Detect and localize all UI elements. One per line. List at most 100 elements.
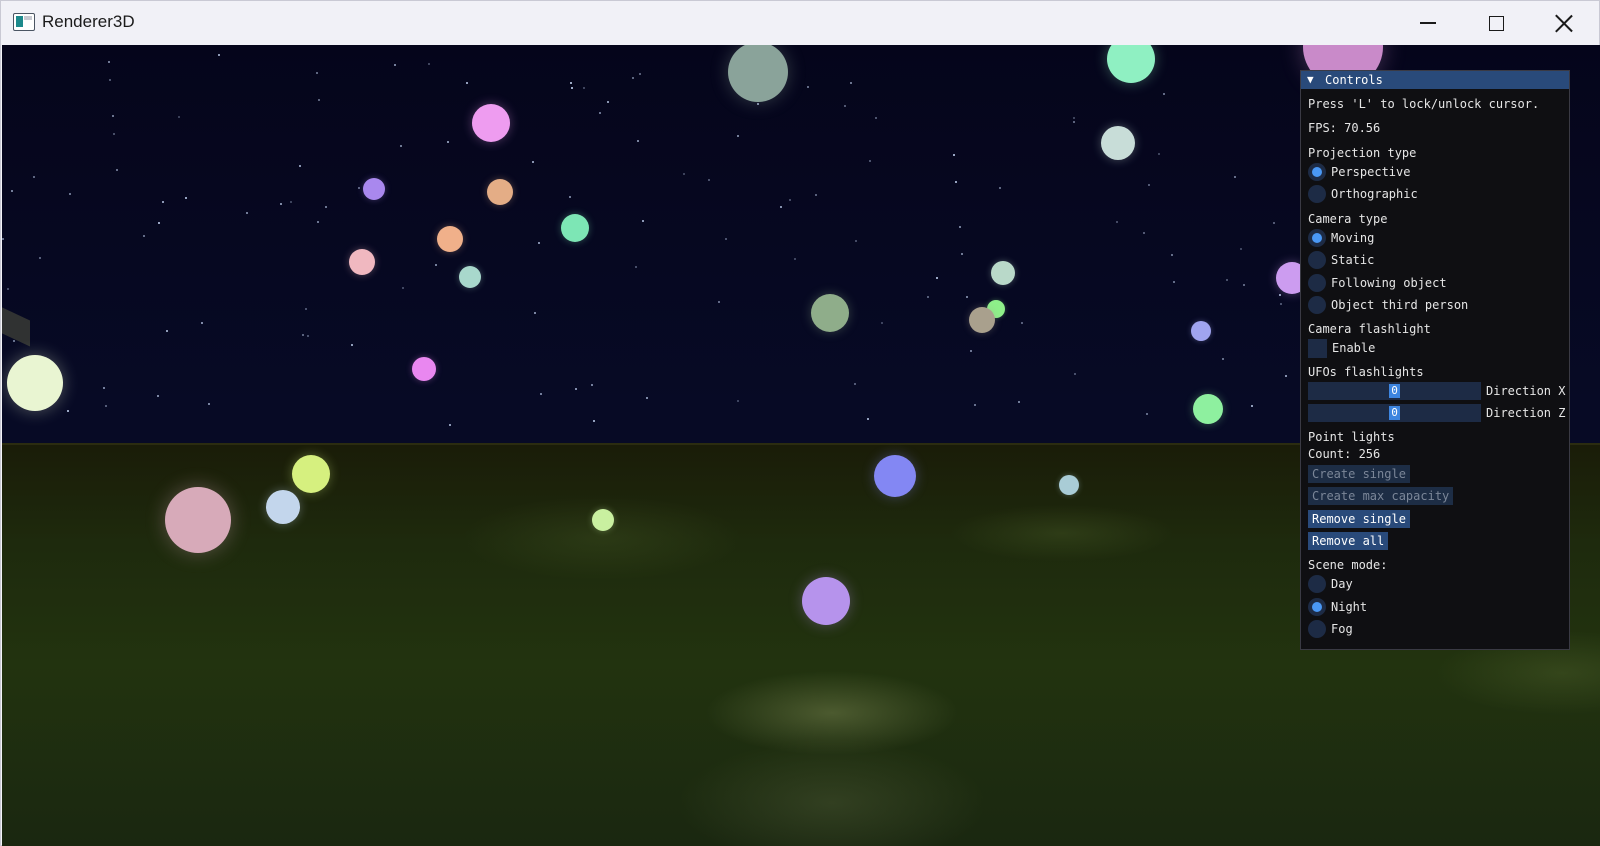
star — [955, 181, 957, 183]
radio-orthographic-indicator[interactable] — [1308, 185, 1326, 203]
create-max-capacity-button[interactable]: Create max capacity — [1308, 487, 1454, 505]
radio-night[interactable]: Night — [1308, 598, 1367, 616]
flashlight-enable-label: Enable — [1332, 341, 1376, 355]
radio-perspective-indicator[interactable] — [1308, 163, 1326, 181]
star — [1074, 373, 1076, 375]
close-button[interactable] — [1531, 1, 1597, 45]
star — [927, 296, 929, 298]
scene-mode-label: Scene mode: — [1308, 558, 1388, 572]
star — [953, 154, 955, 156]
point-light-orb — [561, 214, 589, 242]
flashlight-enable-checkbox[interactable]: Enable — [1308, 338, 1376, 358]
star — [246, 212, 248, 214]
radio-following-object[interactable]: Following object — [1308, 274, 1447, 292]
controls-title: Controls — [1325, 73, 1383, 87]
radio-day[interactable]: Day — [1308, 575, 1353, 593]
star — [1073, 117, 1075, 119]
radio-fog[interactable]: Fog — [1308, 620, 1353, 638]
point-light-orb — [802, 577, 850, 625]
radio-fog-indicator[interactable] — [1308, 620, 1326, 638]
star — [1163, 93, 1165, 95]
controls-header[interactable]: ▼ Controls — [1301, 71, 1569, 89]
star — [569, 196, 571, 198]
direction-x-value: 0 — [1391, 384, 1398, 397]
flashlight-checkbox-box[interactable] — [1308, 338, 1327, 358]
radio-day-indicator[interactable] — [1308, 575, 1326, 593]
point-light-orb — [7, 355, 63, 411]
controls-panel[interactable]: ▼ Controls Press 'L' to lock/unlock curs… — [1300, 70, 1570, 650]
star — [757, 103, 759, 105]
star — [637, 140, 639, 142]
remove-single-button[interactable]: Remove single — [1308, 510, 1410, 528]
point-light-orb — [1059, 475, 1079, 495]
camera-type-label: Camera type — [1308, 212, 1388, 226]
star — [540, 393, 542, 395]
star — [593, 420, 595, 422]
point-light-orb — [363, 178, 385, 200]
radio-object-third-person-indicator[interactable] — [1308, 296, 1326, 314]
radio-perspective[interactable]: Perspective — [1308, 163, 1410, 181]
title-bar[interactable]: Renderer3D — [1, 1, 1599, 45]
radio-moving-indicator[interactable] — [1308, 229, 1326, 247]
point-light-orb — [969, 307, 995, 333]
radio-static-indicator[interactable] — [1308, 251, 1326, 269]
star — [683, 173, 685, 175]
star — [290, 201, 292, 203]
star — [325, 206, 327, 208]
star — [435, 264, 437, 266]
star — [725, 238, 727, 240]
star — [1171, 254, 1173, 256]
maximize-button[interactable] — [1463, 1, 1529, 45]
radio-fog-label: Fog — [1331, 622, 1353, 636]
point-light-orb — [1101, 126, 1135, 160]
star — [646, 397, 648, 399]
star — [317, 221, 319, 223]
point-light-orb — [437, 226, 463, 252]
radio-night-label: Night — [1331, 600, 1368, 614]
radio-orthographic[interactable]: Orthographic — [1308, 185, 1418, 203]
point-light-orb — [1191, 321, 1211, 341]
radio-static[interactable]: Static — [1308, 251, 1374, 269]
star — [850, 82, 852, 84]
star — [318, 99, 320, 101]
star — [1226, 279, 1228, 281]
remove-all-button[interactable]: Remove all — [1308, 532, 1389, 550]
star — [103, 387, 105, 389]
star — [358, 187, 360, 189]
radio-night-indicator[interactable] — [1308, 598, 1326, 616]
star — [447, 141, 449, 143]
radio-moving[interactable]: Moving — [1308, 229, 1374, 247]
radio-perspective-label: Perspective — [1331, 165, 1411, 179]
star — [113, 133, 115, 135]
direction-z-slider[interactable]: 0 — [1308, 404, 1481, 422]
star — [708, 179, 710, 181]
star — [39, 257, 41, 259]
star — [1018, 401, 1020, 403]
star — [143, 235, 145, 237]
star — [1148, 184, 1150, 186]
camera-flashlight-label: Camera flashlight — [1308, 322, 1431, 336]
direction-x-slider[interactable]: 0 — [1308, 382, 1481, 400]
star — [1021, 322, 1023, 324]
star — [108, 61, 110, 63]
star — [218, 54, 220, 56]
radio-following-object-indicator[interactable] — [1308, 274, 1326, 292]
create-single-button[interactable]: Create single — [1308, 465, 1410, 483]
star — [936, 277, 938, 279]
app-icon — [13, 13, 35, 31]
star — [632, 77, 634, 79]
star — [999, 187, 1001, 189]
radio-object-third-person[interactable]: Object third person — [1308, 296, 1468, 314]
maximize-icon — [1488, 15, 1504, 31]
minimize-button[interactable] — [1395, 1, 1461, 45]
point-light-orb — [592, 509, 614, 531]
star — [538, 242, 540, 244]
star — [69, 193, 71, 195]
star — [807, 86, 809, 88]
point-light-orb — [1107, 45, 1155, 83]
star — [570, 82, 572, 84]
star — [974, 404, 976, 406]
star — [449, 424, 451, 426]
collapse-arrow-icon[interactable]: ▼ — [1307, 73, 1314, 86]
radio-static-label: Static — [1331, 253, 1375, 267]
